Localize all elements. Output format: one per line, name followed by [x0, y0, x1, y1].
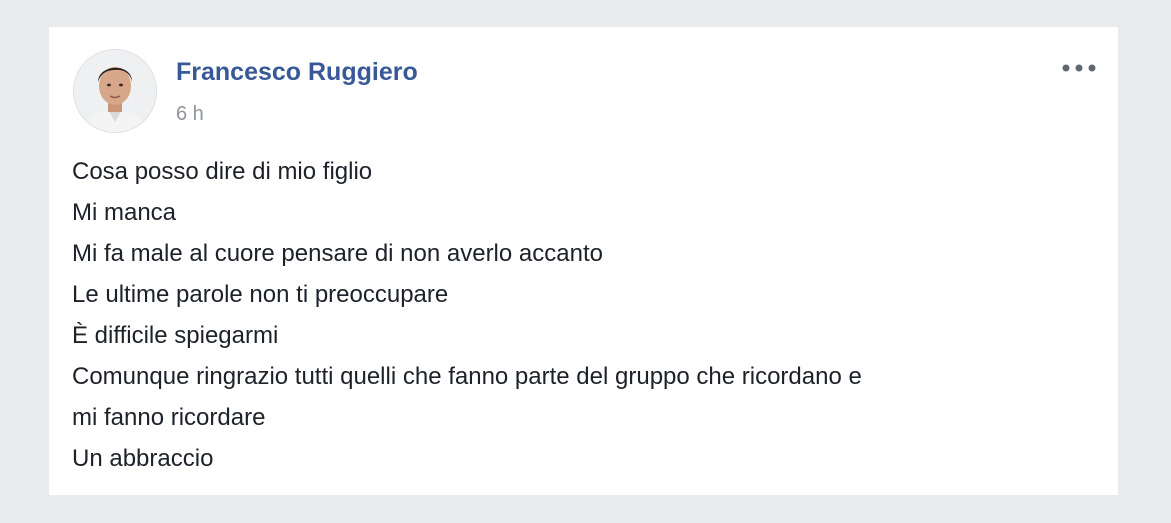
post-text-line: Cosa posso dire di mio figlio	[72, 158, 373, 185]
post-text-line: Mi manca	[72, 199, 177, 226]
post-text-line: È difficile spiegarmi	[72, 322, 279, 349]
post-text: Cosa posso dire di mio figlio Mi manca M…	[72, 151, 1092, 479]
more-options-icon	[1062, 64, 1096, 72]
post-text-line: Le ultime parole non ti preoccupare	[72, 281, 449, 308]
post-text-line: mi fanno ricordare	[72, 404, 266, 431]
profile-photo-icon	[74, 50, 156, 132]
post-text-line: Mi fa male al cuore pensare di non averl…	[72, 240, 603, 267]
more-options-button[interactable]	[1058, 57, 1100, 79]
post-card: Francesco Ruggiero 6 h Cosa posso dire d…	[49, 27, 1118, 495]
post-text-line: Comunque ringrazio tutti quelli che fann…	[72, 363, 862, 390]
post-text-line: Un abbraccio	[72, 445, 214, 472]
author-name[interactable]: Francesco Ruggiero	[176, 58, 418, 87]
avatar[interactable]	[73, 49, 157, 133]
post-timestamp[interactable]: 6 h	[176, 103, 204, 126]
